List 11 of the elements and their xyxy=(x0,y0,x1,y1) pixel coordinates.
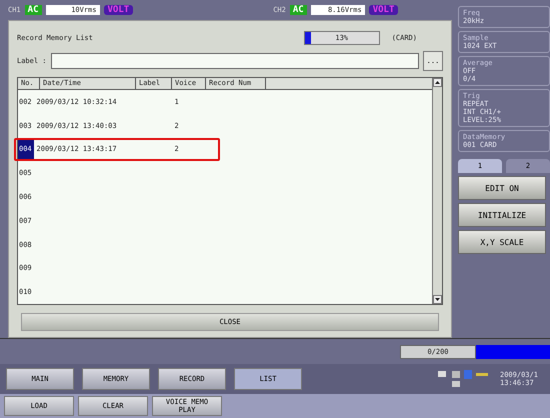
function-button[interactable]: EDIT ON xyxy=(458,176,546,200)
function-button[interactable]: INITIALIZE xyxy=(458,203,546,227)
function-button[interactable]: X,Y SCALE xyxy=(458,230,546,254)
scrollbar[interactable] xyxy=(432,78,442,304)
scroll-up-icon[interactable] xyxy=(433,78,442,87)
scroll-down-icon[interactable] xyxy=(433,295,442,304)
coupling-badge: AC xyxy=(290,5,307,15)
unit-badge: VOLT xyxy=(104,5,134,15)
unit-badge: VOLT xyxy=(368,5,398,15)
label-input[interactable] xyxy=(50,53,419,69)
coupling-badge: AC xyxy=(24,5,42,15)
